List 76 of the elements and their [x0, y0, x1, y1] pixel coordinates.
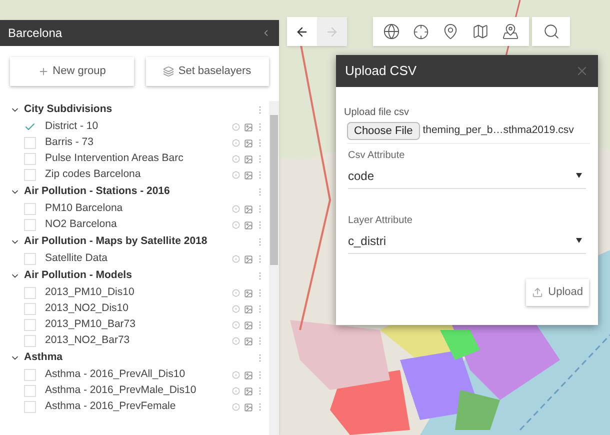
group-title[interactable]: Air Pollution - Models	[24, 268, 255, 284]
layer-checkbox[interactable]	[24, 385, 36, 397]
image-icon[interactable]	[244, 304, 253, 314]
group-title[interactable]: Asthma	[24, 350, 255, 366]
target-icon[interactable]	[232, 255, 240, 263]
layer-checkbox[interactable]	[24, 137, 36, 149]
image-icon[interactable]	[244, 336, 253, 346]
image-icon[interactable]	[244, 402, 253, 412]
target-icon[interactable]	[232, 123, 240, 131]
dropdown-caret-icon	[576, 173, 582, 178]
image-icon[interactable]	[244, 386, 253, 396]
globe-icon[interactable]	[383, 23, 400, 40]
layer-label: PM10 Barcelona	[45, 201, 124, 216]
layer-label: Zip codes Barcelona	[45, 167, 142, 182]
image-icon[interactable]	[244, 154, 253, 164]
image-icon[interactable]	[244, 254, 253, 264]
layer-checkbox[interactable]	[24, 401, 36, 413]
toolbar-button[interactable]: New group	[10, 57, 134, 86]
layers-icon	[163, 66, 174, 77]
search-icon	[542, 23, 560, 40]
image-icon[interactable]	[244, 320, 253, 330]
select-field[interactable]: code	[348, 163, 586, 189]
layer-label: Asthma - 2016_PrevFemale	[45, 399, 177, 414]
plus-icon	[38, 66, 49, 77]
dialog-title: Upload CSV	[345, 62, 417, 80]
close-icon[interactable]	[575, 64, 589, 78]
choose-file-button[interactable]: Choose File	[347, 122, 420, 140]
layer-label: District - 10	[45, 119, 100, 134]
map-pin-icon[interactable]	[442, 23, 459, 40]
layer-label: Pulse Intervention Areas Barc	[45, 151, 184, 166]
upload-button[interactable]: Upload	[526, 279, 589, 306]
layer-label: 2013_NO2_Dis10	[45, 301, 130, 316]
map-icon[interactable]	[472, 23, 489, 40]
layer-checkbox[interactable]	[24, 303, 36, 315]
image-icon[interactable]	[244, 170, 253, 180]
layer-checkbox[interactable]	[24, 335, 36, 347]
layer-label: 2013_NO2_Bar73	[45, 333, 131, 348]
layer-checkbox[interactable]	[24, 121, 36, 133]
layer-label: Barris - 73	[45, 135, 94, 150]
image-icon[interactable]	[244, 138, 253, 148]
toolbar-button[interactable]: Set baselayers	[146, 57, 269, 86]
group-title[interactable]: City Subdivisions	[24, 102, 255, 118]
layer-label: Asthma - 2016_PrevMale_Dis10	[45, 383, 198, 398]
group-title[interactable]: Air Pollution - Maps by Satellite 2018	[24, 234, 255, 250]
pin-icon[interactable]	[502, 23, 519, 40]
layer-checkbox[interactable]	[24, 219, 36, 231]
panel-title: Barcelona	[8, 25, 62, 42]
field-label: Layer Attribute	[348, 214, 414, 228]
scrollbar[interactable]	[269, 101, 279, 435]
crosshair-icon[interactable]	[413, 24, 430, 40]
layer-label: 2013_PM10_Dis10	[45, 285, 136, 300]
check-icon	[24, 121, 36, 133]
layer-checkbox[interactable]	[24, 253, 36, 265]
layer-checkbox[interactable]	[24, 169, 36, 181]
layer-checkbox[interactable]	[24, 203, 36, 215]
search-button[interactable]	[532, 17, 570, 46]
layer-checkbox[interactable]	[24, 319, 36, 331]
select-field[interactable]: c_distri	[348, 228, 586, 254]
layer-label: Asthma - 2016_PrevAll_Dis10	[45, 367, 186, 382]
layer-checkbox[interactable]	[24, 287, 36, 299]
field-label: Csv Attribute	[348, 149, 406, 163]
image-icon[interactable]	[244, 288, 253, 298]
layer-label: 2013_PM10_Bar73	[45, 317, 136, 332]
field-label: Upload file csv	[344, 106, 410, 120]
image-icon[interactable]	[244, 204, 253, 214]
image-icon[interactable]	[244, 370, 253, 380]
image-icon[interactable]	[244, 220, 253, 230]
group-title[interactable]: Air Pollution - Stations - 2016	[24, 184, 255, 200]
dropdown-caret-icon	[576, 238, 582, 243]
image-icon[interactable]	[244, 122, 253, 132]
layer-checkbox[interactable]	[24, 369, 36, 381]
layer-label: Satellite Data	[45, 251, 108, 266]
layer-checkbox[interactable]	[24, 153, 36, 165]
upload-icon	[532, 287, 544, 298]
file-name: theming_per_b…sthma2019.csv	[422, 123, 574, 138]
layer-label: NO2 Barcelona	[45, 217, 118, 232]
